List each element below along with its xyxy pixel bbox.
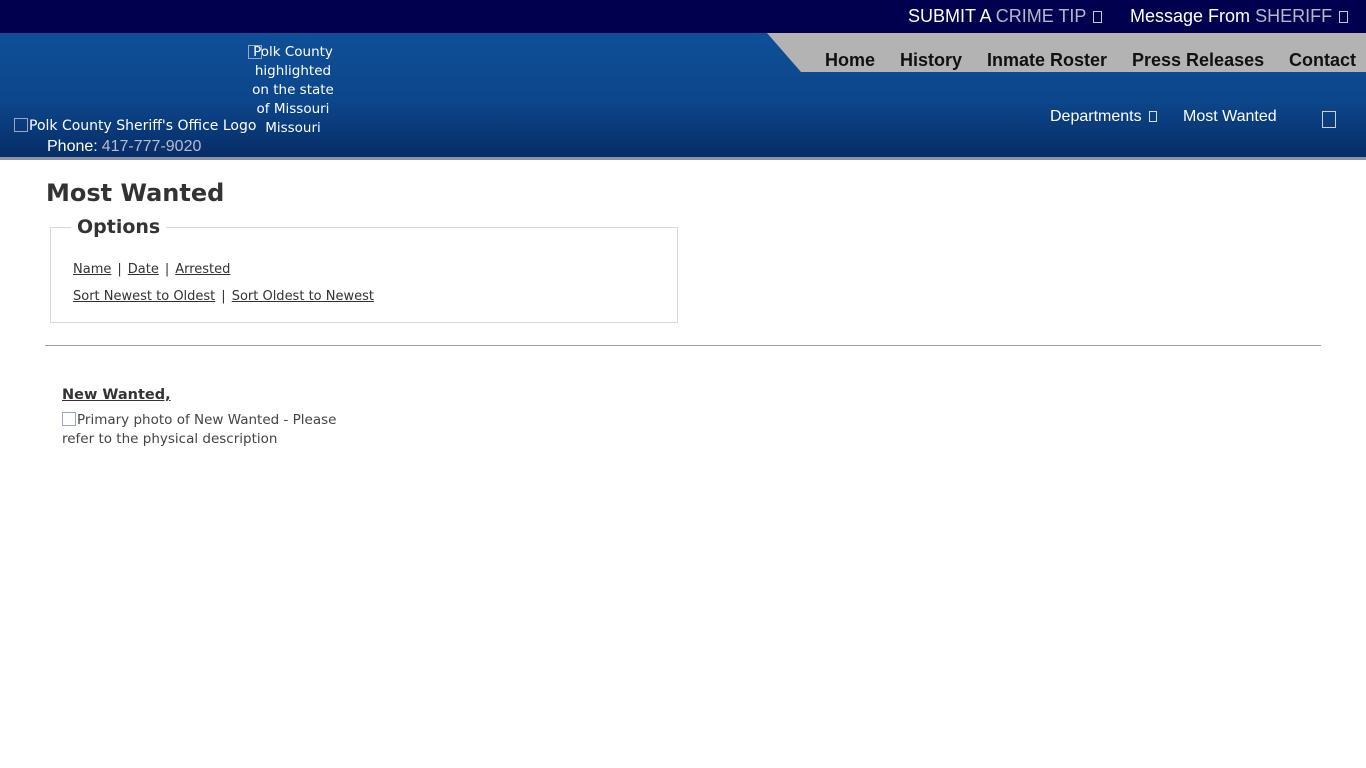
external-link-icon bbox=[1339, 11, 1349, 23]
separator: | bbox=[117, 262, 122, 277]
wanted-entry-name-link[interactable]: New Wanted, bbox=[62, 387, 171, 403]
sheriff-logo[interactable]: Polk County Sheriff's Office Logo bbox=[14, 118, 256, 134]
sheriff-label-2: SHERIFF bbox=[1255, 6, 1333, 26]
dropdown-icon bbox=[1148, 111, 1157, 122]
external-link-icon bbox=[1093, 11, 1103, 23]
phone-number-link[interactable]: 417-777-9020 bbox=[102, 138, 202, 155]
sort-oldest-link[interactable]: Sort Oldest to Newest bbox=[232, 289, 374, 304]
message-from-sheriff-link[interactable]: Message From SHERIFF bbox=[1130, 6, 1349, 27]
wanted-entry-photo[interactable]: Primary photo of New Wanted - Please ref… bbox=[62, 411, 352, 449]
filter-date-link[interactable]: Date bbox=[128, 262, 159, 277]
missouri-map-image: Polk County highlighted on the state of … bbox=[248, 43, 338, 138]
broken-image-icon bbox=[62, 412, 76, 426]
page-title: Most Wanted bbox=[46, 179, 225, 207]
nav-home[interactable]: Home bbox=[825, 50, 875, 71]
nav-press-releases[interactable]: Press Releases bbox=[1132, 50, 1264, 71]
crime-tip-label-1: SUBMIT A bbox=[908, 6, 991, 26]
content-divider bbox=[45, 345, 1321, 346]
departments-label: Departments bbox=[1050, 108, 1142, 125]
crime-tip-label-2: CRIME TIP bbox=[995, 6, 1087, 26]
separator: | bbox=[221, 289, 226, 304]
nav-most-wanted[interactable]: Most Wanted bbox=[1183, 108, 1277, 126]
phone-info: Phone: 417-777-9020 bbox=[47, 138, 201, 156]
top-utility-bar: SUBMIT A CRIME TIP Message From SHERIFF bbox=[0, 0, 1366, 33]
sheriff-label-1: Message From bbox=[1130, 6, 1251, 26]
wanted-photo-alt-text: Primary photo of New Wanted - Please ref… bbox=[62, 412, 337, 447]
broken-image-icon bbox=[248, 45, 262, 59]
separator: | bbox=[164, 262, 170, 277]
broken-image-icon bbox=[14, 118, 28, 132]
filter-name-link[interactable]: Name bbox=[73, 262, 111, 277]
options-legend: Options bbox=[71, 216, 167, 238]
nav-contact[interactable]: Contact bbox=[1289, 50, 1356, 71]
phone-label: Phone: bbox=[47, 138, 98, 155]
menu-toggle-icon[interactable] bbox=[1322, 111, 1336, 128]
nav-inmate-roster[interactable]: Inmate Roster bbox=[987, 50, 1107, 71]
sort-links: Sort Newest to Oldest | Sort Oldest to New… bbox=[73, 289, 374, 304]
nav-history[interactable]: History bbox=[900, 50, 962, 71]
map-caption: Missouri bbox=[265, 120, 321, 136]
filter-arrested-link[interactable]: Arrested bbox=[175, 262, 230, 277]
header-divider bbox=[0, 157, 1366, 160]
submit-crime-tip-link[interactable]: SUBMIT A CRIME TIP bbox=[908, 6, 1103, 27]
logo-alt-text: Polk County Sheriff's Office Logo bbox=[29, 118, 257, 134]
sort-newest-link[interactable]: Sort Newest to Oldest bbox=[73, 289, 215, 304]
filter-links: Name | Date | Arrested bbox=[73, 262, 230, 277]
nav-departments[interactable]: Departments bbox=[1050, 108, 1157, 126]
